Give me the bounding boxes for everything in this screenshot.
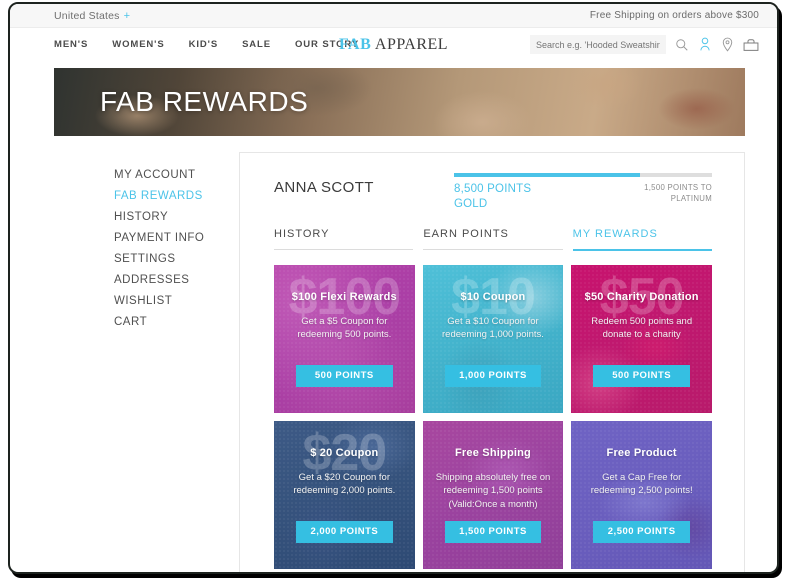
sidebar-item-my-account[interactable]: MY ACCOUNT (54, 164, 239, 185)
shopping-bag-icon[interactable] (743, 38, 759, 52)
hero-title: FAB REWARDS (100, 86, 309, 117)
card-description: Get a $20 Coupon for redeeming 2,000 poi… (293, 471, 396, 497)
plus-icon: + (123, 9, 131, 22)
card-title: $ 20 Coupon (310, 446, 379, 459)
nav-link-kids[interactable]: KID'S (189, 39, 218, 50)
rewards-panel: ANNA SCOTT 8,500 POINTS GOLD 1,500 POINT… (239, 152, 745, 572)
browser-window: United States + Free Shipping on orders … (8, 2, 779, 574)
main-navigation: MEN'S WOMEN'S KID'S SALE OUR STORY FAB A… (10, 28, 777, 61)
points-progress-fill (454, 173, 640, 177)
account-sidebar: MY ACCOUNT FAB REWARDS HISTORY PAYMENT I… (54, 152, 239, 572)
sidebar-item-cart[interactable]: CART (54, 311, 239, 332)
search-icon[interactable] (675, 38, 689, 52)
search-input[interactable] (536, 39, 660, 50)
reward-card[interactable]: Free Shipping Shipping absolutely free o… (422, 420, 564, 569)
logo-apparel: APPAREL (374, 35, 449, 53)
points-current: 8,500 POINTS (454, 183, 532, 195)
card-title: $10 Coupon (460, 290, 526, 303)
points-meta: 8,500 POINTS GOLD 1,500 POINTS TO PLATIN… (454, 182, 712, 210)
utility-bar: United States + Free Shipping on orders … (10, 4, 777, 28)
card-description: Redeem 500 points and donate to a charit… (591, 315, 693, 341)
card-description: Get a Cap Free for redeeming 2,500 point… (590, 471, 693, 497)
reward-card[interactable]: $100 $100 Flexi Rewards Get a $5 Coupon … (274, 264, 415, 413)
nav-link-mens[interactable]: MEN'S (54, 39, 88, 50)
sidebar-item-addresses[interactable]: ADDRESSES (54, 269, 239, 290)
redeem-button[interactable]: 500 POINTS (296, 364, 393, 387)
account-summary: ANNA SCOTT 8,500 POINTS GOLD 1,500 POINT… (258, 169, 726, 210)
points-progress-track (454, 173, 712, 177)
page-body: MY ACCOUNT FAB REWARDS HISTORY PAYMENT I… (10, 136, 777, 572)
nav-link-womens[interactable]: WOMEN'S (112, 39, 164, 50)
points-to-next-tier: 1,500 POINTS TO PLATINUM (644, 183, 712, 203)
tab-history[interactable]: HISTORY (274, 227, 414, 251)
search-box[interactable] (530, 35, 666, 54)
redeem-button[interactable]: 2,000 POINTS (296, 520, 393, 543)
card-description: Shipping absolutely free on redeeming 1,… (435, 471, 551, 511)
nav-links: MEN'S WOMEN'S KID'S SALE OUR STORY (54, 39, 359, 50)
redeem-button[interactable]: 1,500 POINTS (444, 520, 542, 543)
hero-banner: FAB REWARDS (54, 68, 745, 136)
points-progress-block: 8,500 POINTS GOLD 1,500 POINTS TO PLATIN… (454, 173, 712, 210)
redeem-button[interactable]: 500 POINTS (593, 364, 690, 387)
sidebar-item-fab-rewards[interactable]: FAB REWARDS (54, 185, 239, 206)
card-description: Get a $5 Coupon for redeeming 500 points… (297, 315, 392, 341)
rewards-tabs: HISTORY EARN POINTS MY REWARDS (274, 228, 712, 251)
tab-my-rewards[interactable]: MY REWARDS (572, 227, 712, 251)
user-name: ANNA SCOTT (274, 179, 374, 196)
nav-link-our-story[interactable]: OUR STORY (295, 39, 359, 50)
tab-my-rewards-label: MY REWARDS (572, 227, 658, 240)
sidebar-item-wishlist[interactable]: WISHLIST (54, 290, 239, 311)
tab-history-label: HISTORY (274, 227, 330, 240)
tab-earn-points-underline (423, 248, 563, 250)
tab-history-underline (274, 248, 414, 250)
tab-earn-points[interactable]: EARN POINTS (423, 227, 563, 251)
reward-card[interactable]: $50 $50 Charity Donation Redeem 500 poin… (571, 264, 712, 413)
user-icon[interactable] (698, 37, 712, 52)
country-selector[interactable]: United States + (54, 10, 130, 22)
sidebar-item-settings[interactable]: SETTINGS (54, 248, 239, 269)
tab-earn-points-label: EARN POINTS (423, 227, 509, 240)
shipping-note: Free Shipping on orders above $300 (589, 10, 759, 21)
card-title: $100 Flexi Rewards (291, 290, 397, 303)
sidebar-item-history[interactable]: HISTORY (54, 206, 239, 227)
rewards-card-grid: $100 $100 Flexi Rewards Get a $5 Coupon … (274, 264, 712, 569)
card-title: $50 Charity Donation (584, 290, 699, 303)
points-tier-badge: GOLD (454, 197, 488, 210)
redeem-button[interactable]: 2,500 POINTS (593, 520, 690, 543)
redeem-button[interactable]: 1,000 POINTS (444, 364, 542, 387)
nav-link-sale[interactable]: SALE (242, 39, 271, 50)
sidebar-item-payment-info[interactable]: PAYMENT INFO (54, 227, 239, 248)
reward-card[interactable]: $10 $10 Coupon Get a $10 Coupon for rede… (422, 264, 564, 413)
points-summary: 8,500 POINTS GOLD (454, 182, 531, 210)
card-title: Free Product (606, 446, 677, 459)
reward-card[interactable]: $20 $ 20 Coupon Get a $20 Coupon for red… (274, 420, 415, 569)
nav-right-controls (530, 35, 759, 54)
country-label: United States (54, 9, 120, 22)
reward-card[interactable]: Free Product Get a Cap Free for redeemin… (571, 420, 712, 569)
card-title: Free Shipping (455, 446, 531, 459)
tab-my-rewards-underline (572, 248, 712, 251)
map-pin-icon[interactable] (721, 37, 734, 52)
card-description: Get a $10 Coupon for redeeming 1,000 poi… (442, 315, 544, 341)
